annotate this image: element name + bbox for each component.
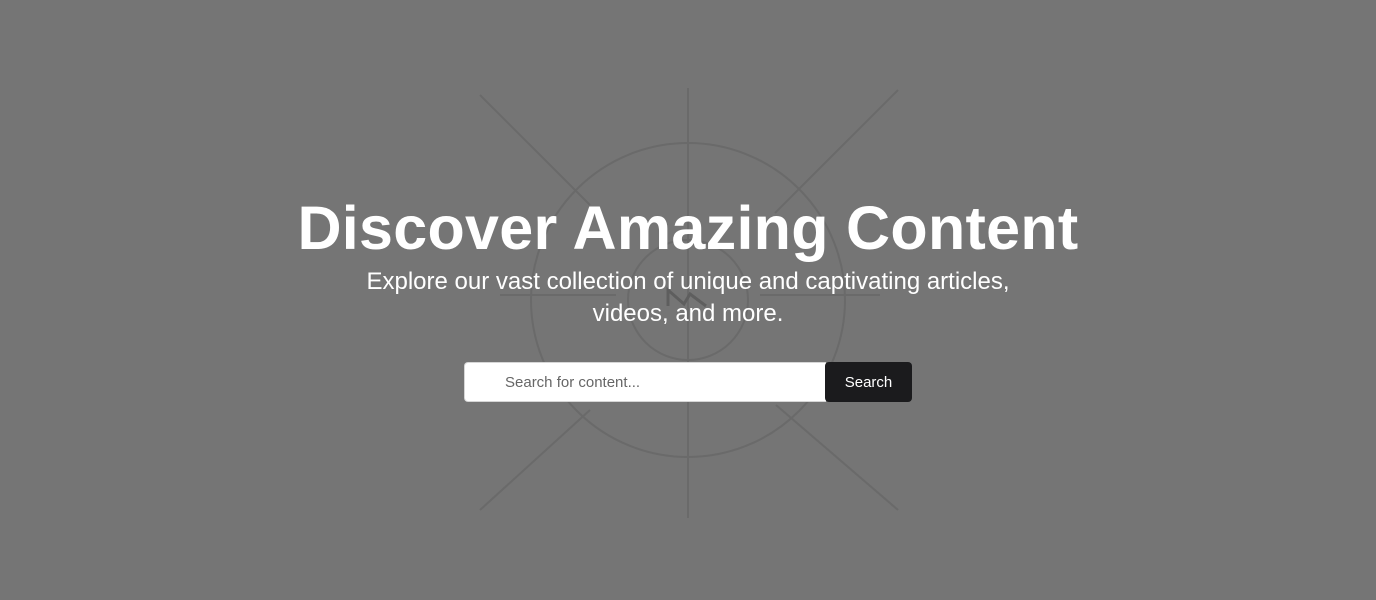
search-form: Search: [464, 362, 912, 402]
hero-content: Discover Amazing Content Explore our vas…: [0, 0, 1376, 600]
hero-section: Discover Amazing Content Explore our vas…: [0, 0, 1376, 600]
page-title: Discover Amazing Content: [297, 194, 1079, 262]
search-input[interactable]: [464, 362, 826, 402]
search-button[interactable]: Search: [825, 362, 912, 402]
page-subtitle: Explore our vast collection of unique an…: [366, 268, 1010, 327]
